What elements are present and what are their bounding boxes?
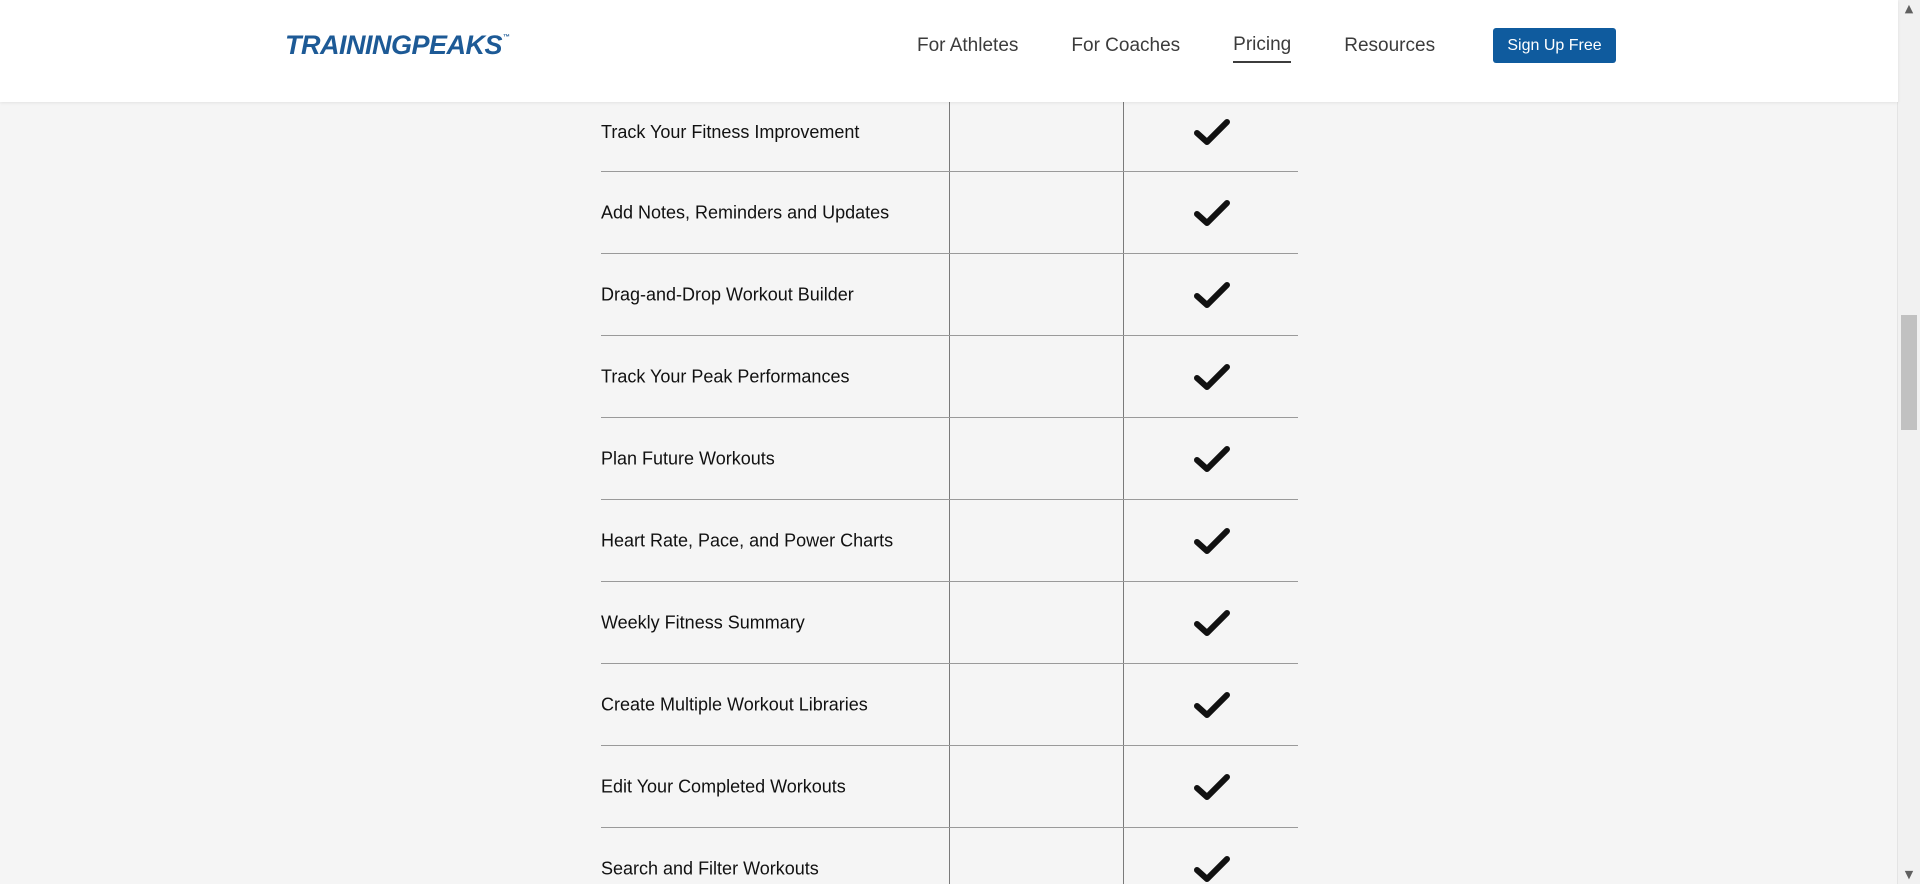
main-nav: For Athletes For Coaches Pricing Resourc… — [917, 34, 1488, 63]
feature-row: Weekly Fitness Summary — [601, 582, 1298, 664]
chevron-down-icon[interactable]: ▼ — [1898, 866, 1920, 884]
nav-resources[interactable]: Resources — [1344, 35, 1435, 62]
feature-name: Track Your Fitness Improvement — [601, 122, 860, 142]
checkmark-icon — [1194, 363, 1230, 391]
checkmark-icon — [1194, 281, 1230, 309]
checkmark-icon — [1194, 527, 1230, 555]
feature-name: Track Your Peak Performances — [601, 366, 850, 386]
feature-name: Heart Rate, Pace, and Power Charts — [601, 530, 894, 550]
checkmark-icon — [1194, 118, 1230, 146]
checkmark-icon — [1194, 609, 1230, 637]
feature-name: Search and Filter Workouts — [601, 858, 819, 878]
feature-row: Track Your Peak Performances — [601, 336, 1298, 418]
nav-for-coaches[interactable]: For Coaches — [1071, 35, 1180, 62]
feature-name: Weekly Fitness Summary — [601, 612, 805, 632]
checkmark-icon — [1194, 445, 1230, 473]
checkmark-icon — [1194, 855, 1230, 883]
checkmark-icon — [1194, 199, 1230, 227]
nav-for-athletes[interactable]: For Athletes — [917, 35, 1018, 62]
feature-row: Search and Filter Workouts — [601, 828, 1298, 884]
scrollbar-thumb[interactable] — [1901, 315, 1917, 430]
checkmark-icon — [1194, 691, 1230, 719]
logo-text: TRAININGPEAKS — [285, 30, 503, 60]
vertical-scrollbar[interactable]: ▲ ▼ — [1897, 0, 1920, 884]
feature-row: Heart Rate, Pace, and Power Charts — [601, 500, 1298, 582]
page: TRAININGPEAKS™ For Athletes For Coaches … — [0, 0, 1920, 884]
chevron-up-icon[interactable]: ▲ — [1898, 0, 1920, 18]
feature-name: Add Notes, Reminders and Updates — [601, 202, 890, 222]
feature-name: Drag-and-Drop Workout Builder — [601, 284, 854, 304]
logo-trademark: ™ — [503, 34, 510, 41]
feature-row: Create Multiple Workout Libraries — [601, 664, 1298, 746]
feature-name: Create Multiple Workout Libraries — [601, 694, 868, 714]
sign-up-free-button[interactable]: Sign Up Free — [1493, 28, 1616, 63]
feature-comparison-table: Track Your Fitness Improvement Add Notes,… — [601, 102, 1298, 884]
checkmark-icon — [1194, 773, 1230, 801]
feature-row: Edit Your Completed Workouts — [601, 746, 1298, 828]
feature-name: Edit Your Completed Workouts — [601, 776, 846, 796]
feature-row: Plan Future Workouts — [601, 418, 1298, 500]
feature-row: Track Your Fitness Improvement — [601, 102, 1298, 172]
site-header: TRAININGPEAKS™ For Athletes For Coaches … — [0, 0, 1898, 102]
feature-row: Add Notes, Reminders and Updates — [601, 172, 1298, 254]
feature-row: Drag-and-Drop Workout Builder — [601, 254, 1298, 336]
nav-pricing[interactable]: Pricing — [1233, 34, 1292, 63]
trainingpeaks-logo[interactable]: TRAININGPEAKS™ — [285, 30, 510, 61]
feature-name: Plan Future Workouts — [601, 448, 775, 468]
